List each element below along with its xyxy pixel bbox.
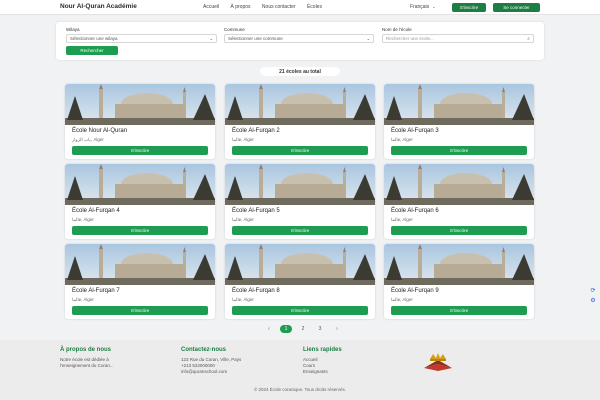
school-image — [384, 84, 534, 125]
translate-icon[interactable]: ⟳ — [589, 286, 597, 294]
footer: À propos de nous Notre école est dédiée … — [0, 340, 600, 400]
school-card-name[interactable]: École Al-Furqan 3 — [391, 128, 439, 134]
school-card[interactable]: École Al-Furqan 4 قالما, Alger S'inscrire — [65, 164, 215, 239]
school-card-name[interactable]: École Al-Furqan 2 — [232, 128, 280, 134]
school-card-location: قالما, Alger — [391, 297, 413, 302]
language-select[interactable]: Français ⌄ — [410, 4, 436, 10]
school-image — [65, 244, 215, 285]
school-image — [225, 84, 375, 125]
school-image — [225, 164, 375, 205]
footer-link-teachers[interactable]: Enseignants — [303, 369, 328, 374]
footer-copyright: © 2024 École coranique. Tous droits rése… — [253, 387, 347, 392]
school-image — [384, 164, 534, 205]
school-image — [65, 164, 215, 205]
pagination-page-3[interactable]: 3 — [314, 325, 326, 333]
school-name-placeholder: Rechercher une école... — [386, 36, 434, 41]
school-image — [225, 244, 375, 285]
school-card-location: قالما, Alger — [72, 217, 94, 222]
school-card-name[interactable]: École Al-Furqan 8 — [232, 288, 280, 294]
school-card-signup-button[interactable]: S'inscrire — [232, 146, 368, 155]
school-card[interactable]: École Al-Furqan 6 قالما, Alger S'inscrire — [384, 164, 534, 239]
commune-label: Commune — [224, 27, 245, 32]
school-card[interactable]: École Al-Furqan 2 قالما, Alger S'inscrire — [225, 84, 375, 159]
school-card-signup-button[interactable]: S'inscrire — [72, 306, 208, 315]
school-card-name[interactable]: École Nour Al-Quran — [72, 128, 127, 134]
search-button[interactable]: Rechercher — [66, 46, 118, 55]
footer-about-line: Notre école est dédiée à — [60, 357, 109, 362]
school-logo — [424, 353, 452, 371]
school-card[interactable]: École Al-Furqan 3 قالما, Alger S'inscrire — [384, 84, 534, 159]
school-card-signup-button[interactable]: S'inscrire — [232, 306, 368, 315]
gear-icon[interactable]: ⚙ — [589, 296, 597, 304]
school-card-location: باب الزوار, Alger — [72, 137, 104, 142]
school-image — [65, 84, 215, 125]
school-card[interactable]: École Nour Al-Quran باب الزوار, Alger S'in… — [65, 84, 215, 159]
pagination: ‹ 1 2 3 › — [263, 325, 343, 333]
schools-total-badge: 21 écoles au total — [260, 67, 340, 76]
search-panel: Wilaya Sélectionner une wilaya ⌄ Commune… — [56, 22, 544, 60]
search-icon: ⌕ — [527, 36, 530, 42]
school-card-signup-button[interactable]: S'inscrire — [391, 226, 527, 235]
school-card-signup-button[interactable]: S'inscrire — [72, 146, 208, 155]
top-navbar: Nour Al-Quran Académie Accueil À propos … — [0, 0, 600, 15]
school-card-location: قالما, Alger — [232, 137, 254, 142]
footer-link-home[interactable]: Accueil — [303, 357, 318, 362]
school-card-name[interactable]: École Al-Furqan 4 — [72, 208, 120, 214]
footer-contact-email[interactable]: info@quranschool.com — [181, 369, 227, 374]
school-card-signup-button[interactable]: S'inscrire — [72, 226, 208, 235]
pagination-prev[interactable]: ‹ — [263, 325, 275, 333]
signup-button[interactable]: S'inscrire — [452, 3, 486, 12]
school-card-location: قالما, Alger — [391, 137, 413, 142]
school-card-name[interactable]: École Al-Furqan 6 — [391, 208, 439, 214]
footer-link-courses[interactable]: Cours — [303, 363, 315, 368]
footer-contact-title: Contactez-nous — [181, 347, 226, 353]
school-name-input[interactable]: Rechercher une école... ⌕ — [382, 34, 534, 43]
school-card[interactable]: École Al-Furqan 7 قالما, Alger S'inscrire — [65, 244, 215, 319]
school-name-label: Nom de l'école — [382, 27, 412, 32]
login-button[interactable]: Se connecter — [493, 3, 540, 12]
language-label: Français — [410, 4, 430, 10]
school-card-signup-button[interactable]: S'inscrire — [391, 306, 527, 315]
chevron-down-icon: ⌄ — [432, 4, 436, 9]
pagination-page-1[interactable]: 1 — [280, 325, 292, 333]
main-nav: Accueil À propos Nous contacter Écoles — [203, 4, 332, 10]
footer-contact-phone: +213 522000000 — [181, 363, 215, 368]
school-card-name[interactable]: École Al-Furqan 9 — [391, 288, 439, 294]
nav-link-schools[interactable]: Écoles — [307, 4, 322, 10]
school-card[interactable]: École Al-Furqan 9 قالما, Alger S'inscrire — [384, 244, 534, 319]
school-card-signup-button[interactable]: S'inscrire — [232, 226, 368, 235]
school-image — [384, 244, 534, 285]
wilaya-select[interactable]: Sélectionner une wilaya ⌄ — [66, 34, 217, 43]
school-card[interactable]: École Al-Furqan 5 قالما, Alger S'inscrire — [225, 164, 375, 239]
chevron-down-icon: ⌄ — [209, 36, 213, 41]
wilaya-label: Wilaya — [66, 27, 80, 32]
footer-about-title: À propos de nous — [60, 347, 111, 353]
chevron-down-icon: ⌄ — [366, 36, 370, 41]
school-card-location: قالما, Alger — [391, 217, 413, 222]
school-card-location: قالما, Alger — [232, 217, 254, 222]
school-card-location: قالما, Alger — [232, 297, 254, 302]
nav-link-about[interactable]: À propos — [231, 4, 251, 10]
nav-link-home[interactable]: Accueil — [203, 4, 219, 10]
school-card-name[interactable]: École Al-Furqan 7 — [72, 288, 120, 294]
school-card-name[interactable]: École Al-Furqan 5 — [232, 208, 280, 214]
brand-title[interactable]: Nour Al-Quran Académie — [60, 3, 137, 10]
footer-contact-address: 123 Rue du Coran, Ville, Pays — [181, 357, 242, 362]
pagination-next[interactable]: › — [331, 325, 343, 333]
nav-link-contact[interactable]: Nous contacter — [262, 4, 296, 10]
commune-select[interactable]: Sélectionner une commune ⌄ — [224, 34, 374, 43]
commune-value: Sélectionner une commune — [228, 36, 283, 41]
school-card-location: قالما, Alger — [72, 297, 94, 302]
school-card[interactable]: École Al-Furqan 8 قالما, Alger S'inscrire — [225, 244, 375, 319]
wilaya-value: Sélectionner une wilaya — [70, 36, 118, 41]
footer-about-line: l'enseignement du Coran... — [60, 363, 114, 368]
pagination-page-2[interactable]: 2 — [297, 325, 309, 333]
school-card-signup-button[interactable]: S'inscrire — [391, 146, 527, 155]
footer-links-title: Liens rapides — [303, 347, 342, 353]
